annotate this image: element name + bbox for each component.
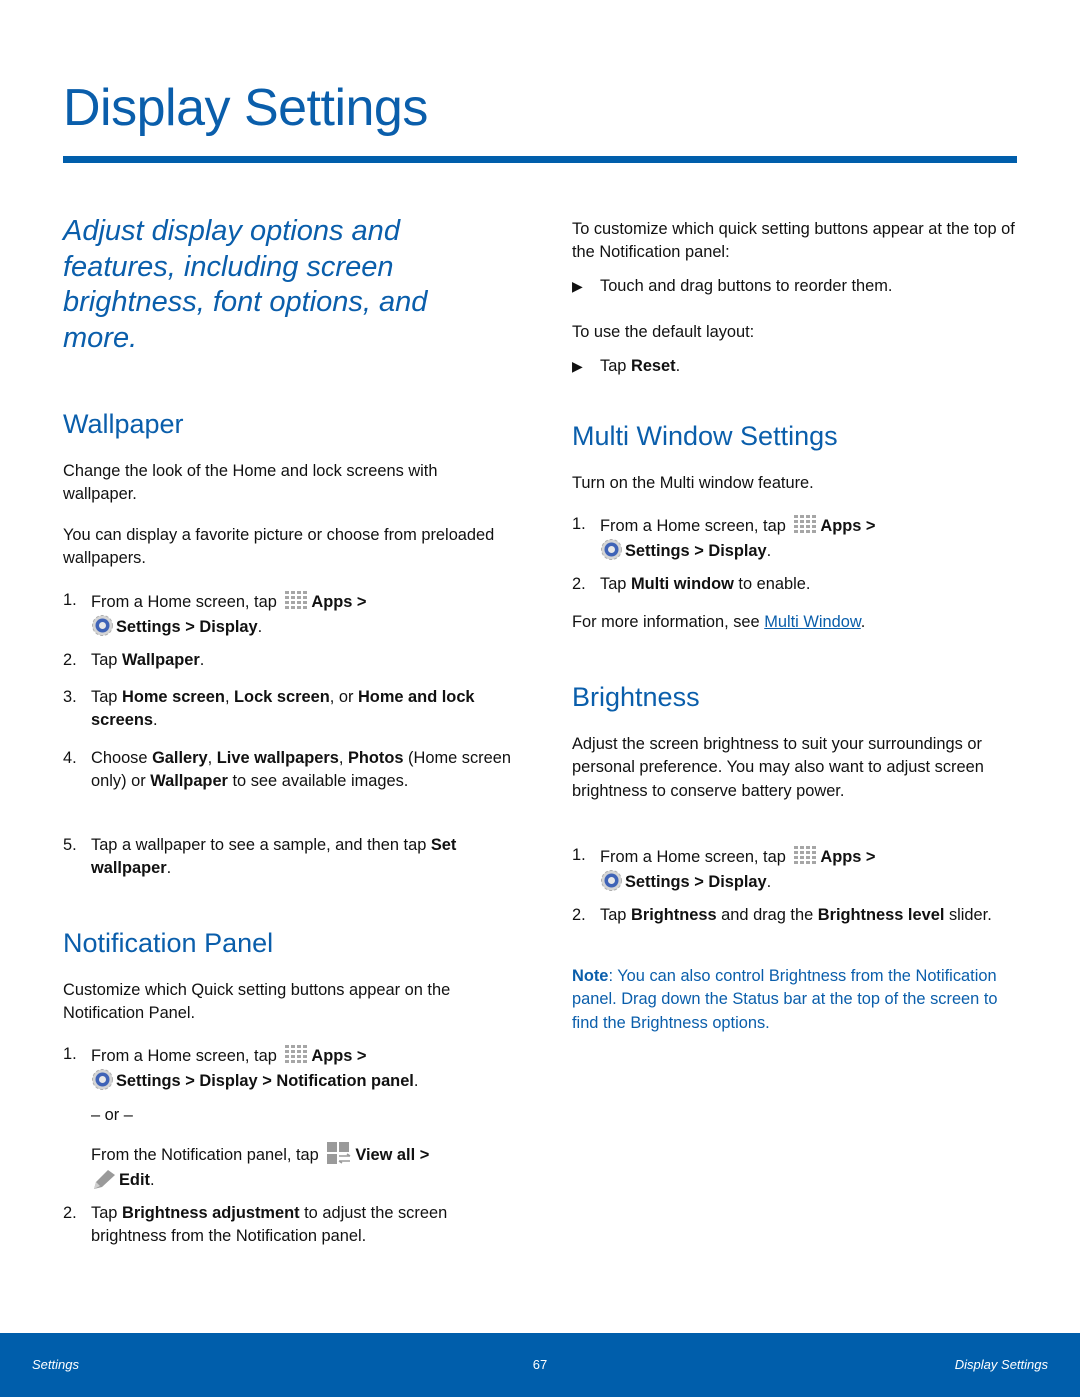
wallpaper-para-2: You can display a favorite picture or ch… — [63, 526, 495, 568]
title-divider — [63, 156, 1017, 163]
wallpaper-step-5: 5. Tap a wallpaper to see a sample, and … — [63, 836, 457, 878]
settings-gear-icon — [601, 870, 622, 892]
default-layout-para: To use the default layout: — [572, 323, 755, 341]
multiwindow-more: For more information, see Multi Window. — [572, 613, 866, 631]
triangle-bullet-icon: ▶ — [572, 358, 583, 374]
view-all-icon — [327, 1142, 351, 1164]
brightness-note: Note: You can also control Brightness fr… — [572, 967, 998, 1032]
apps-grid-icon — [285, 1045, 308, 1063]
multiwindow-step-2: 2. Tap Multi window to enable. — [572, 575, 811, 593]
settings-gear-icon — [601, 539, 622, 561]
wallpaper-step-3: 3. Tap Home screen, Lock screen, or Home… — [63, 688, 475, 730]
brightness-step-2: 2. Tap Brightness and drag the Brightnes… — [572, 906, 992, 924]
apps-grid-icon — [285, 591, 308, 609]
brightness-para-1: Adjust the screen brightness to suit you… — [572, 735, 984, 800]
multiwindow-heading: Multi Window Settings — [572, 421, 838, 451]
brightness-heading: Brightness — [572, 682, 700, 712]
reorder-bullet: ▶ Touch and drag buttons to reorder them… — [572, 275, 1022, 298]
reset-bullet: ▶ Tap Reset. — [572, 355, 1022, 378]
page-footer: Settings 67 Display Settings — [0, 1333, 1080, 1397]
intro-text: Adjust display options and features, inc… — [63, 215, 428, 354]
notification-step-1: 1. From a Home screen, tap Apps > Settin… — [63, 1045, 419, 1091]
multi-window-link[interactable]: Multi Window — [764, 613, 861, 631]
wallpaper-step-2: 2. Tap Wallpaper. — [63, 651, 205, 669]
page-number: 67 — [532, 1357, 548, 1372]
notification-step-2: 2. Tap Brightness adjustment to adjust t… — [63, 1204, 448, 1246]
settings-gear-icon — [92, 1069, 113, 1091]
note-label: Note — [572, 967, 609, 985]
wallpaper-para-1: Change the look of the Home and lock scr… — [63, 462, 438, 504]
footer-chapter: Display Settings — [954, 1357, 1048, 1372]
multiwindow-step-1: 1. From a Home screen, tap Apps > Settin… — [572, 515, 876, 561]
wallpaper-step-1: 1. From a Home screen, tap Apps > Settin… — [63, 591, 367, 637]
wallpaper-heading: Wallpaper — [63, 409, 184, 439]
page-title: Display Settings — [63, 79, 428, 137]
notification-para-1: Customize which Quick setting buttons ap… — [63, 981, 451, 1023]
notification-or: – or – — [91, 1106, 133, 1124]
apps-grid-icon — [794, 515, 817, 533]
settings-gear-icon — [92, 615, 113, 637]
notification-alt-step: From the Notification panel, tap View al… — [63, 1141, 513, 1193]
customize-para: To customize which quick setting buttons… — [572, 220, 1015, 262]
notification-heading: Notification Panel — [63, 928, 274, 958]
brightness-step-1: 1. From a Home screen, tap Apps > Settin… — [572, 846, 876, 892]
apps-grid-icon — [794, 846, 817, 864]
multiwindow-para-1: Turn on the Multi window feature. — [572, 474, 814, 492]
triangle-bullet-icon: ▶ — [572, 278, 583, 294]
edit-pencil-icon — [94, 1170, 115, 1190]
wallpaper-step-4: 4. Choose Gallery, Live wallpapers, Phot… — [63, 749, 511, 791]
